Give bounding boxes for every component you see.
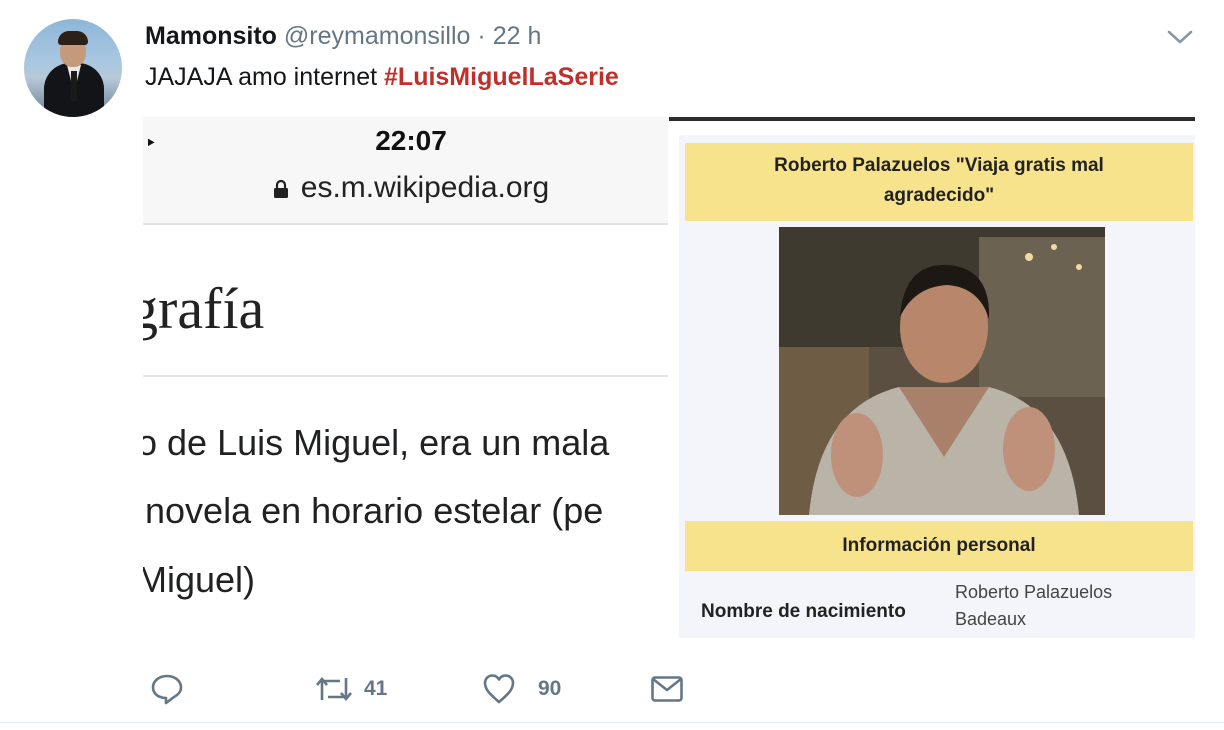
status-time: 22:07 [375, 125, 447, 156]
heart-icon [483, 674, 515, 704]
retweet-button[interactable]: 41 [314, 666, 387, 712]
chevron-down-icon[interactable] [1165, 26, 1195, 48]
retweet-count: 41 [364, 677, 388, 700]
infobox-top-rule [669, 117, 1195, 121]
hashtag-link[interactable]: #LuisMiguelLaSerie [384, 63, 619, 91]
tweet-actions: 41 90 [0, 666, 1224, 712]
reply-button[interactable] [150, 666, 184, 712]
retweet-icon [316, 676, 352, 702]
tweet-media[interactable]: ‣ 22:07 es.m.wikipedia.org grafía o de L… [143, 117, 1195, 642]
user-handle[interactable]: @reymamonsillo [284, 22, 471, 50]
like-count: 90 [538, 677, 562, 700]
birth-name-value: Roberto Palazuelos Badeaux [955, 582, 1113, 629]
reply-icon [151, 674, 183, 705]
timestamp[interactable]: 22 h [493, 22, 542, 50]
wikipedia-screenshot: ‣ 22:07 es.m.wikipedia.org grafía o de L… [143, 117, 668, 642]
infobox-caption: Roberto Palazuelos "Viaja gratis mal agr… [685, 143, 1193, 221]
tweet-text-body: JAJAJA amo internet [145, 63, 385, 91]
lock-icon [273, 179, 288, 198]
heading-divider [143, 375, 668, 377]
tweet-header: Mamonsito @reymamonsillo · 22 h [145, 20, 541, 52]
wiki-infobox: Roberto Palazuelos "Viaja gratis mal agr… [679, 135, 1195, 638]
wiki-text-line: o de Luis Miguel, era un mala [143, 422, 610, 463]
section-title-bar: Información personal [685, 521, 1193, 571]
wiki-text-line: Miguel) [143, 559, 256, 600]
url-text: es.m.wikipedia.org [300, 171, 550, 204]
infobox-screenshot: Roberto Palazuelos "Viaja gratis mal agr… [669, 117, 1195, 642]
like-button[interactable]: 90 [482, 666, 561, 712]
tweet-text: JAJAJA amo internet #LuisMiguelLaSerie [145, 60, 619, 94]
birth-name-label: Nombre de nacimiento [701, 601, 906, 622]
direct-message-button[interactable] [650, 666, 684, 712]
person-photo [779, 227, 1105, 515]
wiki-section-heading: grafía [143, 276, 265, 341]
phone-status-bar: ‣ 22:07 es.m.wikipedia.org [143, 117, 668, 225]
avatar-hair-shape [58, 31, 88, 45]
url-bar: es.m.wikipedia.org [143, 171, 668, 205]
display-name[interactable]: Mamonsito [145, 22, 277, 50]
wiki-text-line: novela en horario estelar (pe [145, 490, 604, 531]
envelope-icon [651, 676, 683, 702]
tweet-divider [0, 722, 1224, 723]
separator-dot: · [477, 22, 486, 50]
avatar[interactable] [24, 19, 122, 117]
avatar-tie-shape [71, 71, 77, 101]
tweet-card: Mamonsito @reymamonsillo · 22 h JAJAJA a… [0, 0, 1224, 730]
